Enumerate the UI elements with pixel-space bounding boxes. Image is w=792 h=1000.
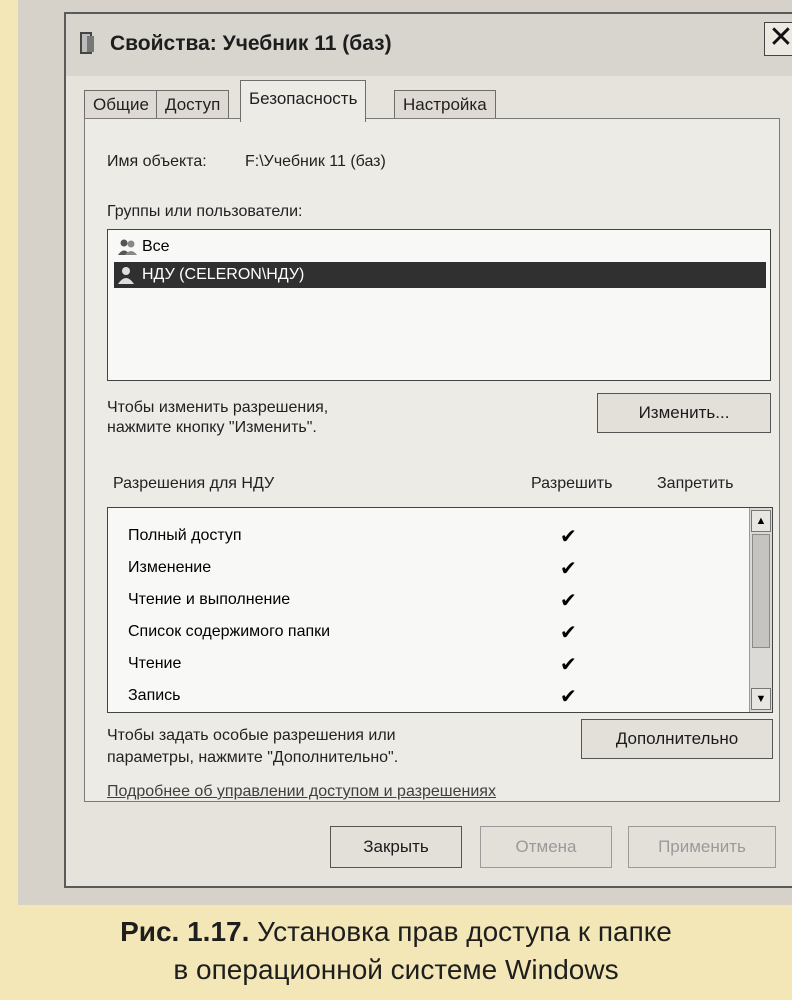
- advanced-hint-line2: параметры, нажмите "Дополнительно".: [107, 749, 399, 766]
- allow-header: Разрешить: [531, 475, 613, 492]
- permission-name: Изменение: [128, 559, 212, 576]
- permission-name: Чтение и выполнение: [128, 591, 291, 608]
- apply-button[interactable]: Применить: [628, 826, 776, 868]
- permissions-list: Полный доступ ✔ Изменение ✔ Чтение и вып…: [107, 507, 773, 713]
- scroll-up-icon[interactable]: ▲: [751, 510, 771, 532]
- allow-check-icon: ✔: [560, 686, 577, 708]
- caption-text-line2: в операционной системе Windows: [173, 954, 619, 985]
- table-row: Чтение и выполнение ✔: [128, 586, 688, 616]
- user-icon: [118, 267, 134, 284]
- figure-caption-line1: Рис. 1.17. Установка прав доступа к папк…: [0, 916, 792, 948]
- table-row: Запись ✔: [128, 682, 688, 712]
- permission-name: Список содержимого папки: [128, 623, 331, 640]
- window-title: Свойства: Учебник 11 (баз): [110, 32, 392, 55]
- object-name-label: Имя объекта:: [107, 153, 207, 170]
- change-button[interactable]: Изменить...: [597, 393, 771, 433]
- table-row: Чтение ✔: [128, 650, 688, 680]
- tab-general[interactable]: Общие: [84, 90, 158, 118]
- allow-check-icon: ✔: [560, 526, 577, 548]
- allow-check-icon: ✔: [560, 654, 577, 676]
- permission-name: Полный доступ: [128, 527, 242, 544]
- list-item-label: НДУ (CELERON\НДУ): [142, 266, 305, 283]
- change-hint-line2: нажмите кнопку "Изменить".: [107, 419, 317, 436]
- table-row: Полный доступ ✔: [128, 522, 688, 552]
- close-icon[interactable]: ✕: [764, 22, 792, 56]
- groups-listbox[interactable]: Все НДУ (CELERON\НДУ): [107, 229, 771, 381]
- advanced-button[interactable]: Дополнительно: [581, 719, 773, 759]
- object-name-value: F:\Учебник 11 (баз): [245, 153, 386, 170]
- security-panel: Имя объекта: F:\Учебник 11 (баз) Группы …: [84, 118, 780, 802]
- permission-name: Чтение: [128, 655, 182, 672]
- close-button[interactable]: Закрыть: [330, 826, 462, 868]
- list-item[interactable]: Все: [114, 234, 766, 260]
- tab-sharing[interactable]: Доступ: [156, 90, 230, 118]
- tab-customize[interactable]: Настройка: [394, 90, 496, 118]
- table-row: Список содержимого папки ✔: [128, 618, 688, 648]
- permissions-for-label: Разрешения для НДУ: [113, 475, 275, 492]
- title-bar: Свойства: Учебник 11 (баз) ✕: [66, 14, 792, 76]
- scroll-down-icon[interactable]: ▼: [751, 688, 771, 710]
- group-icon: [118, 239, 137, 255]
- scroll-thumb[interactable]: [752, 534, 770, 648]
- cancel-button[interactable]: Отмена: [480, 826, 612, 868]
- groups-label: Группы или пользователи:: [107, 203, 303, 220]
- allow-check-icon: ✔: [560, 590, 577, 612]
- folder-icon: [80, 32, 94, 54]
- tab-security[interactable]: Безопасность: [240, 80, 367, 122]
- properties-dialog: Свойства: Учебник 11 (баз) ✕ Общие Досту…: [64, 12, 792, 888]
- table-row: Изменение ✔: [128, 554, 688, 584]
- list-item-selected[interactable]: НДУ (CELERON\НДУ): [114, 262, 766, 288]
- learn-more-link[interactable]: Подробнее об управлении доступом и разре…: [107, 783, 496, 801]
- caption-text-line1: Установка прав доступа к папке: [257, 916, 672, 947]
- screenshot-photo: Свойства: Учебник 11 (баз) ✕ Общие Досту…: [18, 0, 792, 905]
- change-hint-line1: Чтобы изменить разрешения,: [107, 399, 329, 416]
- allow-check-icon: ✔: [560, 558, 577, 580]
- list-item-label: Все: [142, 238, 170, 255]
- figure-label: Рис. 1.17.: [120, 916, 250, 947]
- allow-check-icon: ✔: [560, 622, 577, 644]
- permission-name: Запись: [128, 687, 181, 704]
- advanced-hint-line1: Чтобы задать особые разрешения или: [107, 727, 396, 744]
- permissions-scrollbar[interactable]: ▲ ▼: [749, 508, 772, 712]
- deny-header: Запретить: [657, 475, 734, 492]
